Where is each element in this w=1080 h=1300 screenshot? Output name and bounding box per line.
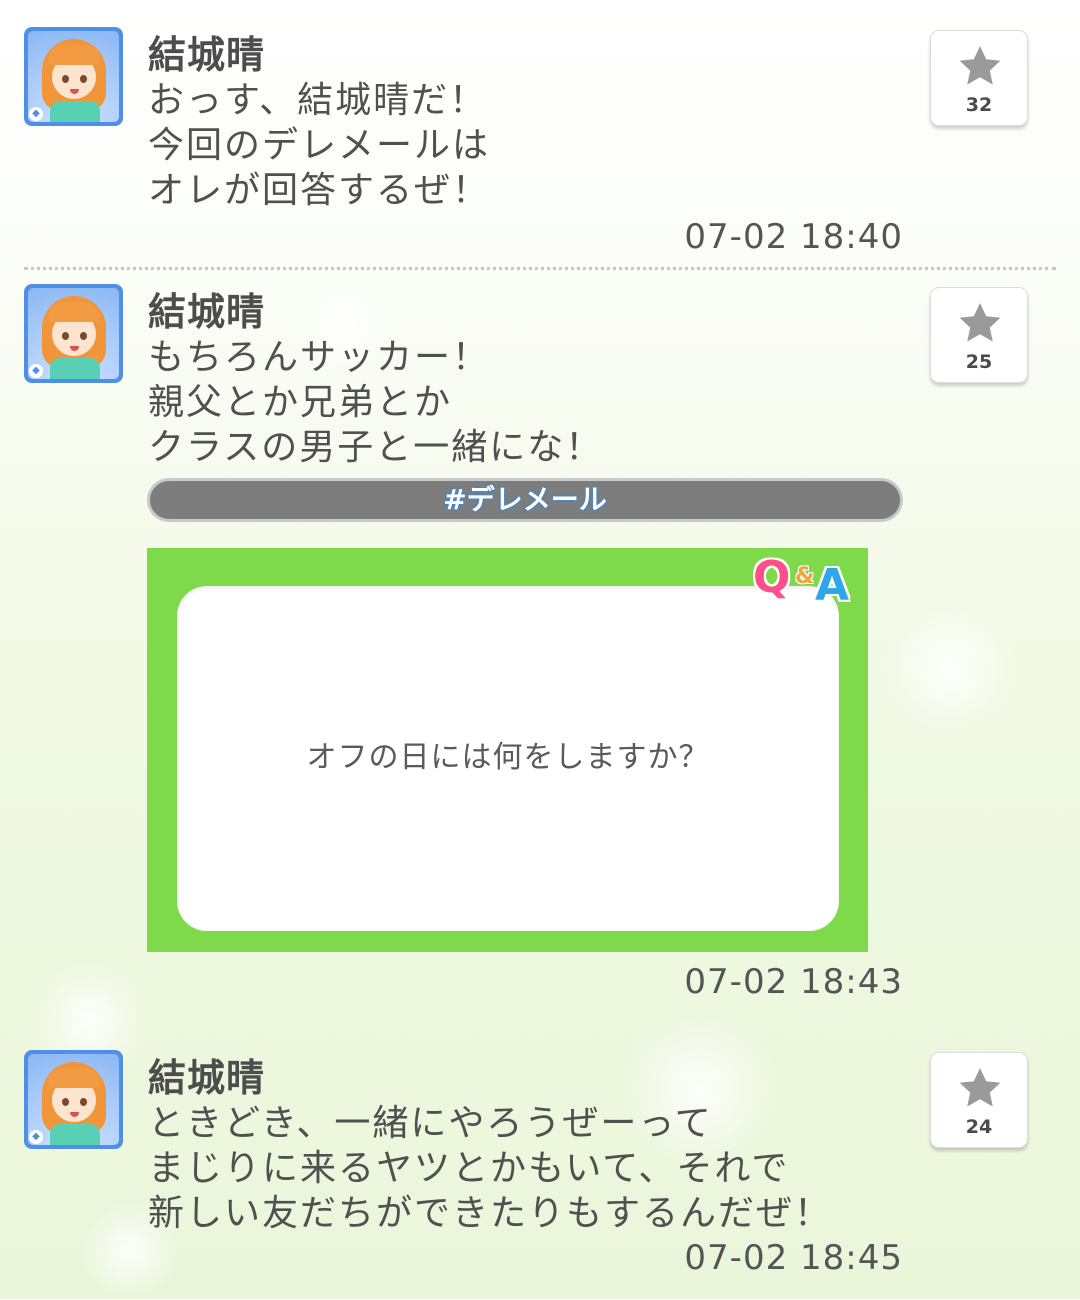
star-icon	[959, 46, 1001, 85]
author-name: 結城晴	[148, 290, 266, 334]
avatar-portrait: ◆	[28, 1054, 119, 1145]
qa-logo-amp: &	[795, 564, 815, 589]
author-name: 結城晴	[148, 1056, 266, 1100]
post-divider	[24, 267, 1056, 270]
author-avatar[interactable]: ◆	[24, 284, 123, 383]
post-message: もちろんサッカー！ 親父とか兄弟とか クラスの男子と一緒にな！	[148, 337, 604, 468]
like-count: 32	[965, 94, 993, 116]
star-icon	[959, 303, 1001, 342]
post-timestamp: 07-02 18:43	[684, 962, 903, 1002]
avatar-portrait: ◆	[28, 31, 119, 122]
qa-logo: Q & A	[753, 552, 865, 612]
author-avatar[interactable]: ◆	[24, 27, 123, 126]
author-avatar[interactable]: ◆	[24, 1050, 123, 1149]
qa-logo-a: A	[815, 560, 850, 611]
post-message: ときどき、一緒にやろうぜーって まじりに来るヤツとかもいて、それで 新しい友だち…	[148, 1103, 833, 1234]
like-count: 24	[965, 1116, 993, 1138]
diamond-icon: ◆	[29, 107, 43, 121]
qa-card-panel: オフの日には何をしますか？	[177, 586, 839, 931]
hashtag-button[interactable]: #デレメール	[147, 478, 903, 522]
post-timestamp: 07-02 18:40	[684, 217, 903, 257]
author-name: 結城晴	[148, 33, 266, 77]
like-count: 25	[965, 351, 993, 373]
diamond-icon: ◆	[29, 1130, 43, 1144]
diamond-icon: ◆	[29, 364, 43, 378]
background-sparkle	[880, 600, 1020, 740]
qa-logo-q: Q	[753, 552, 791, 603]
qa-card-image[interactable]: オフの日には何をしますか？ Q & A	[147, 548, 868, 952]
qa-question: オフの日には何をしますか？	[306, 740, 710, 775]
post-timestamp: 07-02 18:45	[684, 1238, 903, 1278]
like-button[interactable]: 25	[930, 287, 1028, 383]
like-button[interactable]: 24	[930, 1052, 1028, 1148]
like-button[interactable]: 32	[930, 30, 1028, 126]
avatar-portrait: ◆	[28, 288, 119, 379]
star-icon	[959, 1068, 1001, 1107]
post-message: おっす、結城晴だ！ 今回のデレメールは オレが回答するぜ！	[148, 80, 491, 211]
